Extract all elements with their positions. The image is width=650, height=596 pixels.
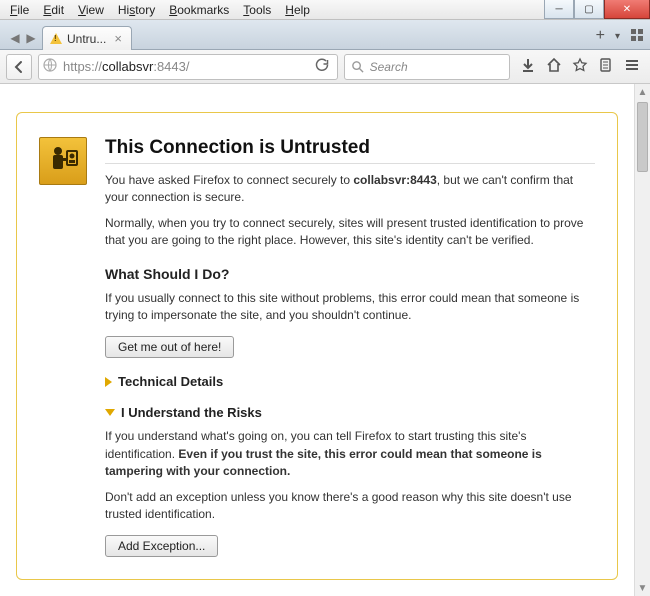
menu-bookmarks[interactable]: Bookmarks (163, 1, 235, 19)
back-button[interactable] (6, 54, 32, 80)
search-icon (351, 60, 364, 73)
menu-file[interactable]: File (4, 1, 35, 19)
disclosure-triangle-right-icon (105, 377, 112, 387)
police-badge-icon (39, 137, 87, 185)
tab-close-icon[interactable]: × (114, 31, 122, 46)
home-icon[interactable] (546, 57, 562, 76)
tabstrip-nav: ◀ ▶ (6, 31, 42, 49)
understand-risks-disclosure[interactable]: I Understand the Risks (105, 405, 595, 420)
menu-history[interactable]: History (112, 1, 161, 19)
tab-dropdown-icon[interactable]: ▾ (615, 31, 620, 42)
intro-paragraph-1: You have asked Firefox to connect secure… (105, 172, 595, 207)
window-minimize-button[interactable]: ─ (544, 0, 574, 19)
understand-risks-body: If you understand what's going on, you c… (105, 428, 595, 557)
tabstrip-back-icon[interactable]: ◀ (8, 31, 22, 45)
reading-list-icon[interactable] (598, 57, 614, 76)
reload-button[interactable] (311, 58, 333, 75)
menu-help[interactable]: Help (279, 1, 316, 19)
menu-icon[interactable] (624, 57, 640, 76)
window-titlebar: File Edit View History Bookmarks Tools H… (0, 0, 650, 20)
tab-groups-icon[interactable] (630, 28, 644, 45)
bookmark-star-icon[interactable] (572, 57, 588, 76)
add-exception-button[interactable]: Add Exception... (105, 535, 218, 557)
url-host: collabsvr (102, 59, 153, 74)
scroll-thumb[interactable] (637, 102, 648, 172)
understand-risks-title: I Understand the Risks (121, 405, 262, 420)
menubar: File Edit View History Bookmarks Tools H… (4, 1, 316, 19)
viewport: This Connection is Untrusted You have as… (0, 84, 650, 596)
tabstrip: ◀ ▶ Untru... × + ▾ (0, 20, 650, 50)
tabstrip-right-controls: + ▾ (596, 27, 644, 45)
window-close-button[interactable]: ✕ (604, 0, 650, 19)
technical-details-disclosure[interactable]: Technical Details (105, 374, 595, 389)
host-name: collabsvr:8443 (353, 173, 436, 187)
technical-details-title: Technical Details (118, 374, 223, 389)
warning-icon (49, 32, 63, 46)
get-me-out-button[interactable]: Get me out of here! (105, 336, 234, 358)
url-text: https://collabsvr:8443/ (63, 59, 305, 74)
warning-card: This Connection is Untrusted You have as… (16, 112, 618, 580)
warning-content: This Connection is Untrusted You have as… (105, 137, 595, 557)
tabstrip-forward-icon[interactable]: ▶ (24, 31, 38, 45)
risk-paragraph-1: If you understand what's going on, you c… (105, 428, 595, 480)
disclosure-triangle-down-icon (105, 409, 115, 416)
advice-paragraph: If you usually connect to this site with… (105, 290, 595, 325)
page-heading: This Connection is Untrusted (105, 137, 595, 164)
window-maximize-button[interactable]: ▢ (574, 0, 604, 19)
new-tab-button[interactable]: + (596, 27, 605, 45)
search-placeholder: Search (370, 60, 408, 74)
page-content: This Connection is Untrusted You have as… (0, 84, 634, 596)
url-bar[interactable]: https://collabsvr:8443/ (38, 54, 338, 80)
menu-tools[interactable]: Tools (237, 1, 277, 19)
scroll-down-arrow-icon[interactable]: ▼ (635, 580, 650, 596)
scroll-up-arrow-icon[interactable]: ▲ (635, 84, 650, 100)
menu-edit[interactable]: Edit (37, 1, 70, 19)
url-port: :8443/ (153, 59, 189, 74)
url-scheme: https:// (63, 59, 102, 74)
tab-title: Untru... (67, 32, 106, 46)
identity-icon[interactable] (43, 58, 57, 75)
window-controls: ─ ▢ ✕ (544, 0, 650, 20)
menu-view[interactable]: View (72, 1, 110, 19)
vertical-scrollbar[interactable]: ▲ ▼ (634, 84, 650, 596)
what-should-i-do-heading: What Should I Do? (105, 266, 595, 282)
toolbar-icons (516, 57, 644, 76)
toolbar: https://collabsvr:8443/ Search (0, 50, 650, 84)
search-box[interactable]: Search (344, 54, 510, 80)
tab-untrusted[interactable]: Untru... × (42, 26, 132, 50)
intro-paragraph-2: Normally, when you try to connect secure… (105, 215, 595, 250)
downloads-icon[interactable] (520, 57, 536, 76)
risk-paragraph-2: Don't add an exception unless you know t… (105, 489, 595, 524)
